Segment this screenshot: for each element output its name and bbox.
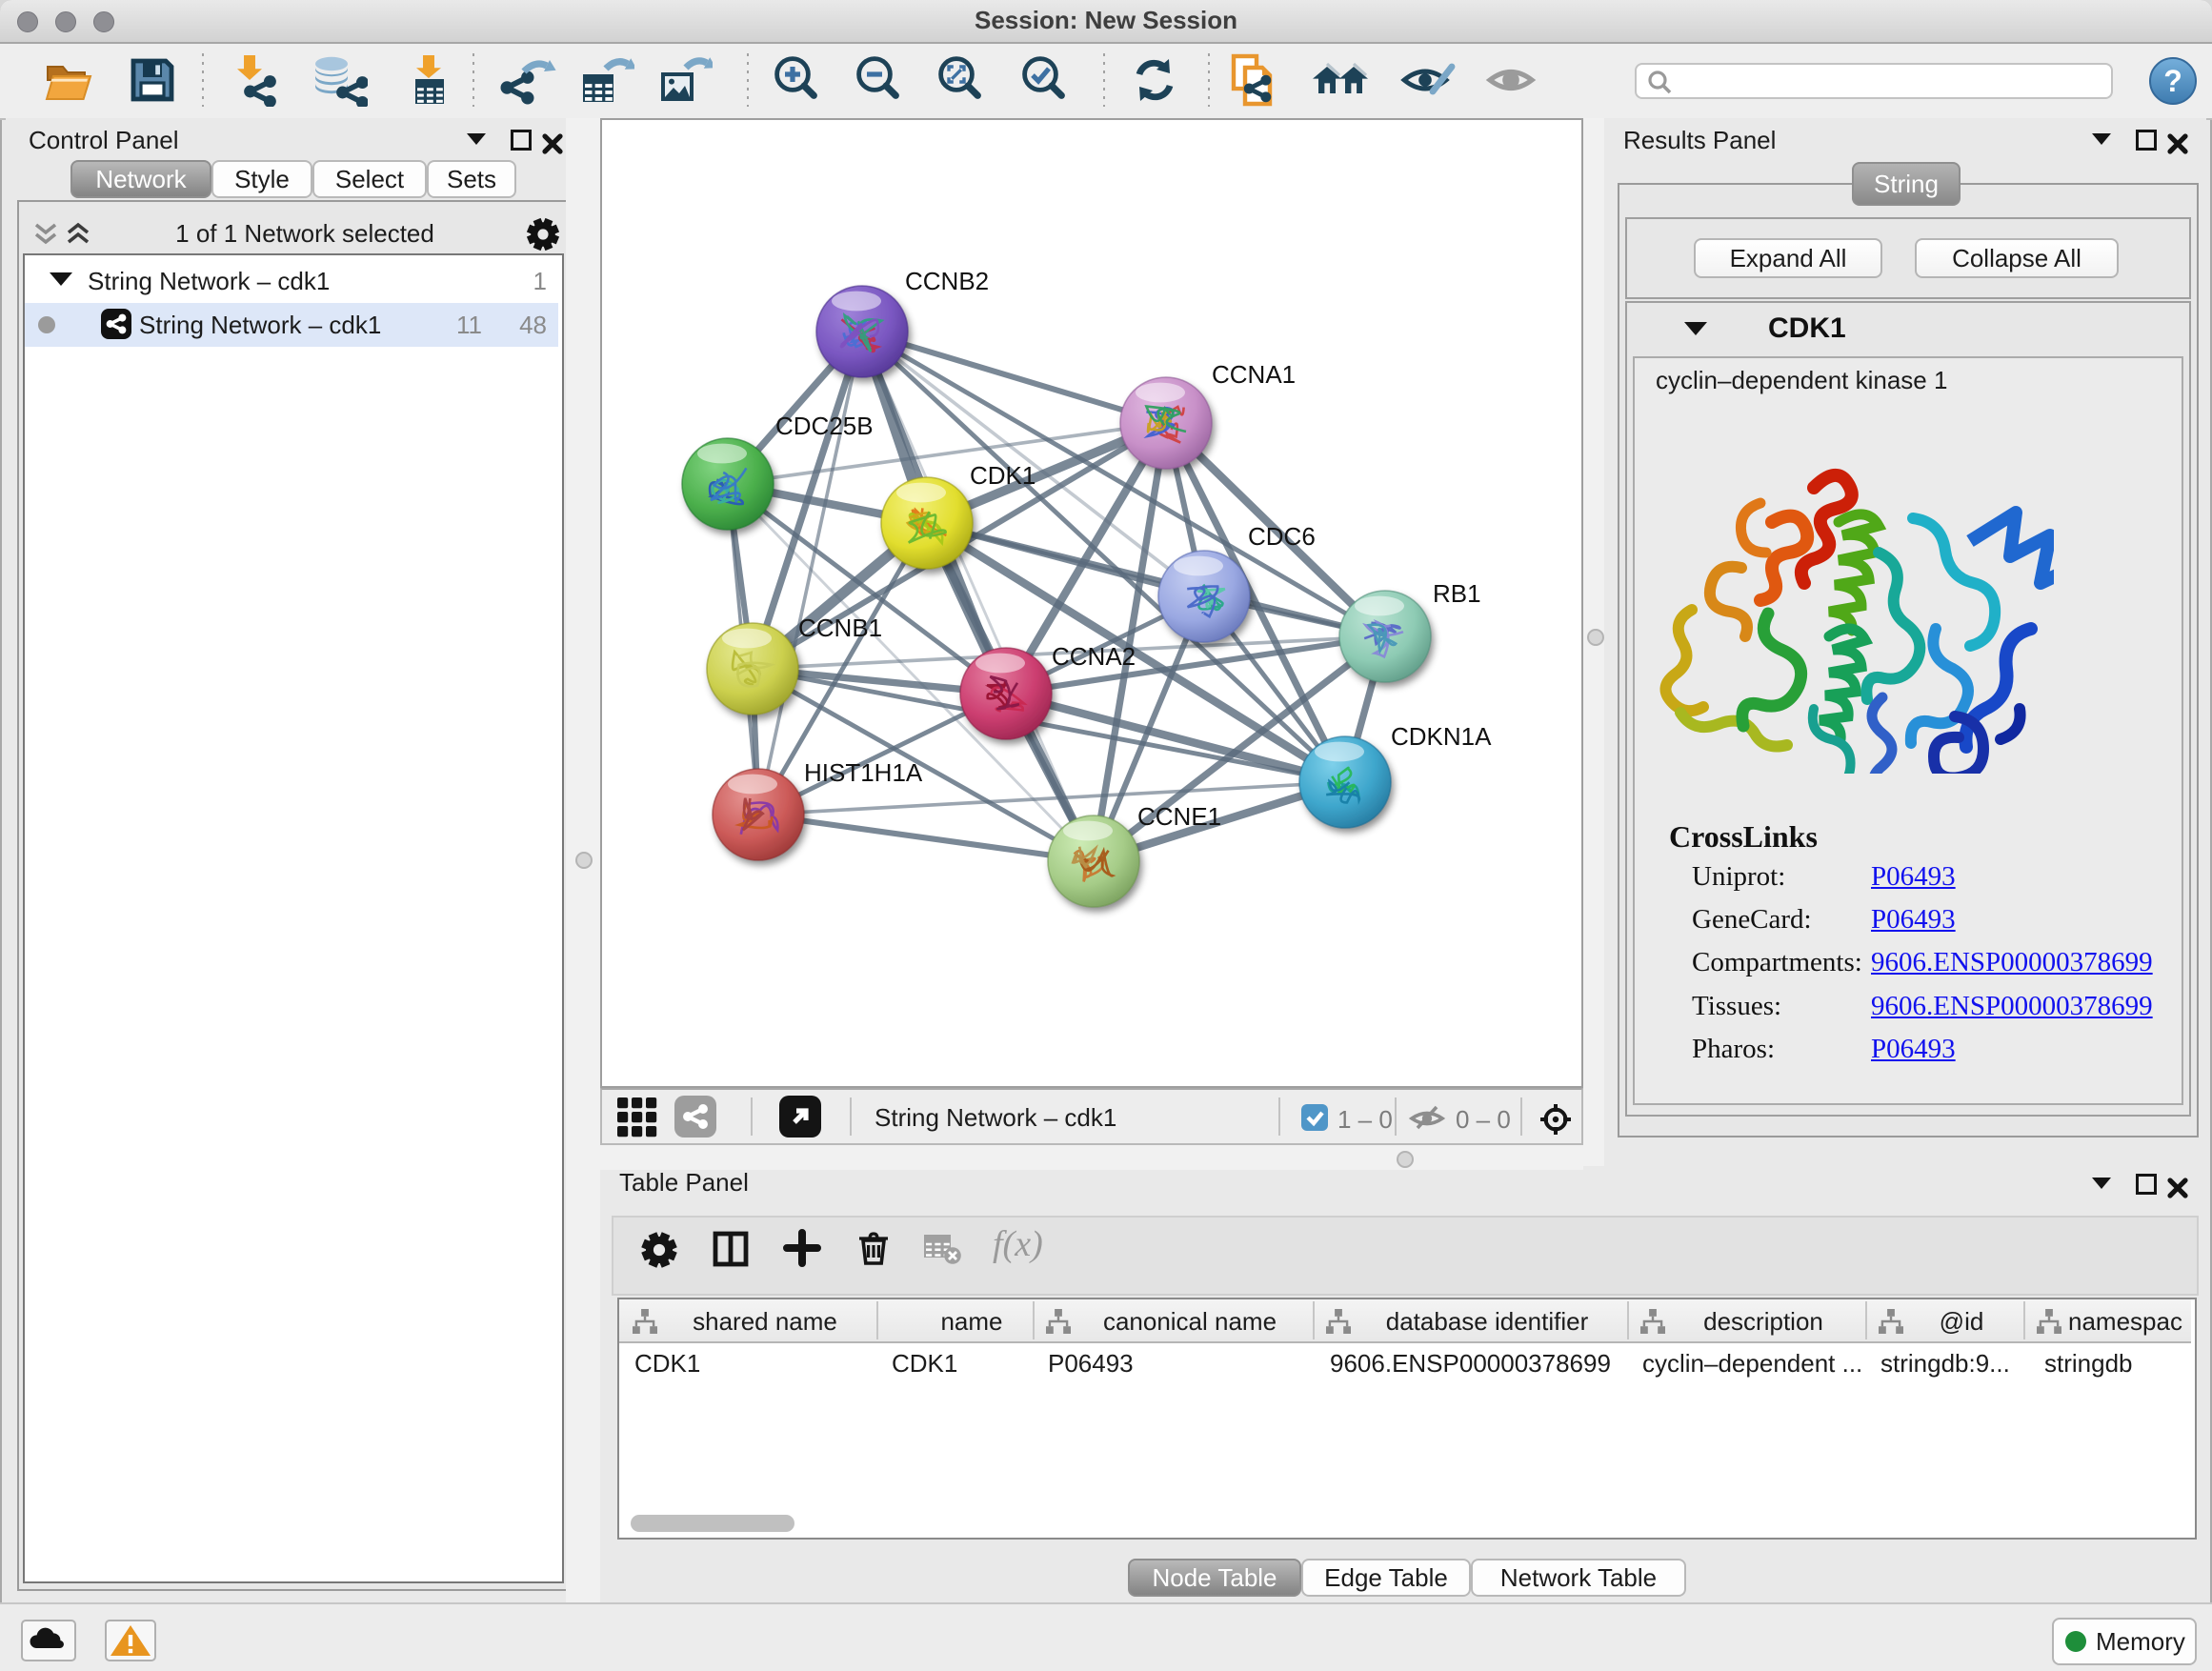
svg-text:HIST1H1A: HIST1H1A — [804, 758, 923, 787]
svg-text:CCNA1: CCNA1 — [1212, 360, 1296, 389]
svg-text:CDC25B: CDC25B — [775, 412, 874, 440]
svg-text:CCNB2: CCNB2 — [905, 267, 989, 295]
svg-text:RB1: RB1 — [1433, 579, 1481, 608]
svg-text:CDC6: CDC6 — [1248, 522, 1316, 551]
svg-text:CDK1: CDK1 — [970, 461, 1036, 490]
svg-text:CCNB1: CCNB1 — [798, 614, 882, 642]
svg-text:CCNA2: CCNA2 — [1052, 642, 1136, 671]
svg-text:CCNE1: CCNE1 — [1137, 802, 1221, 831]
svg-text:CDKN1A: CDKN1A — [1391, 722, 1492, 751]
